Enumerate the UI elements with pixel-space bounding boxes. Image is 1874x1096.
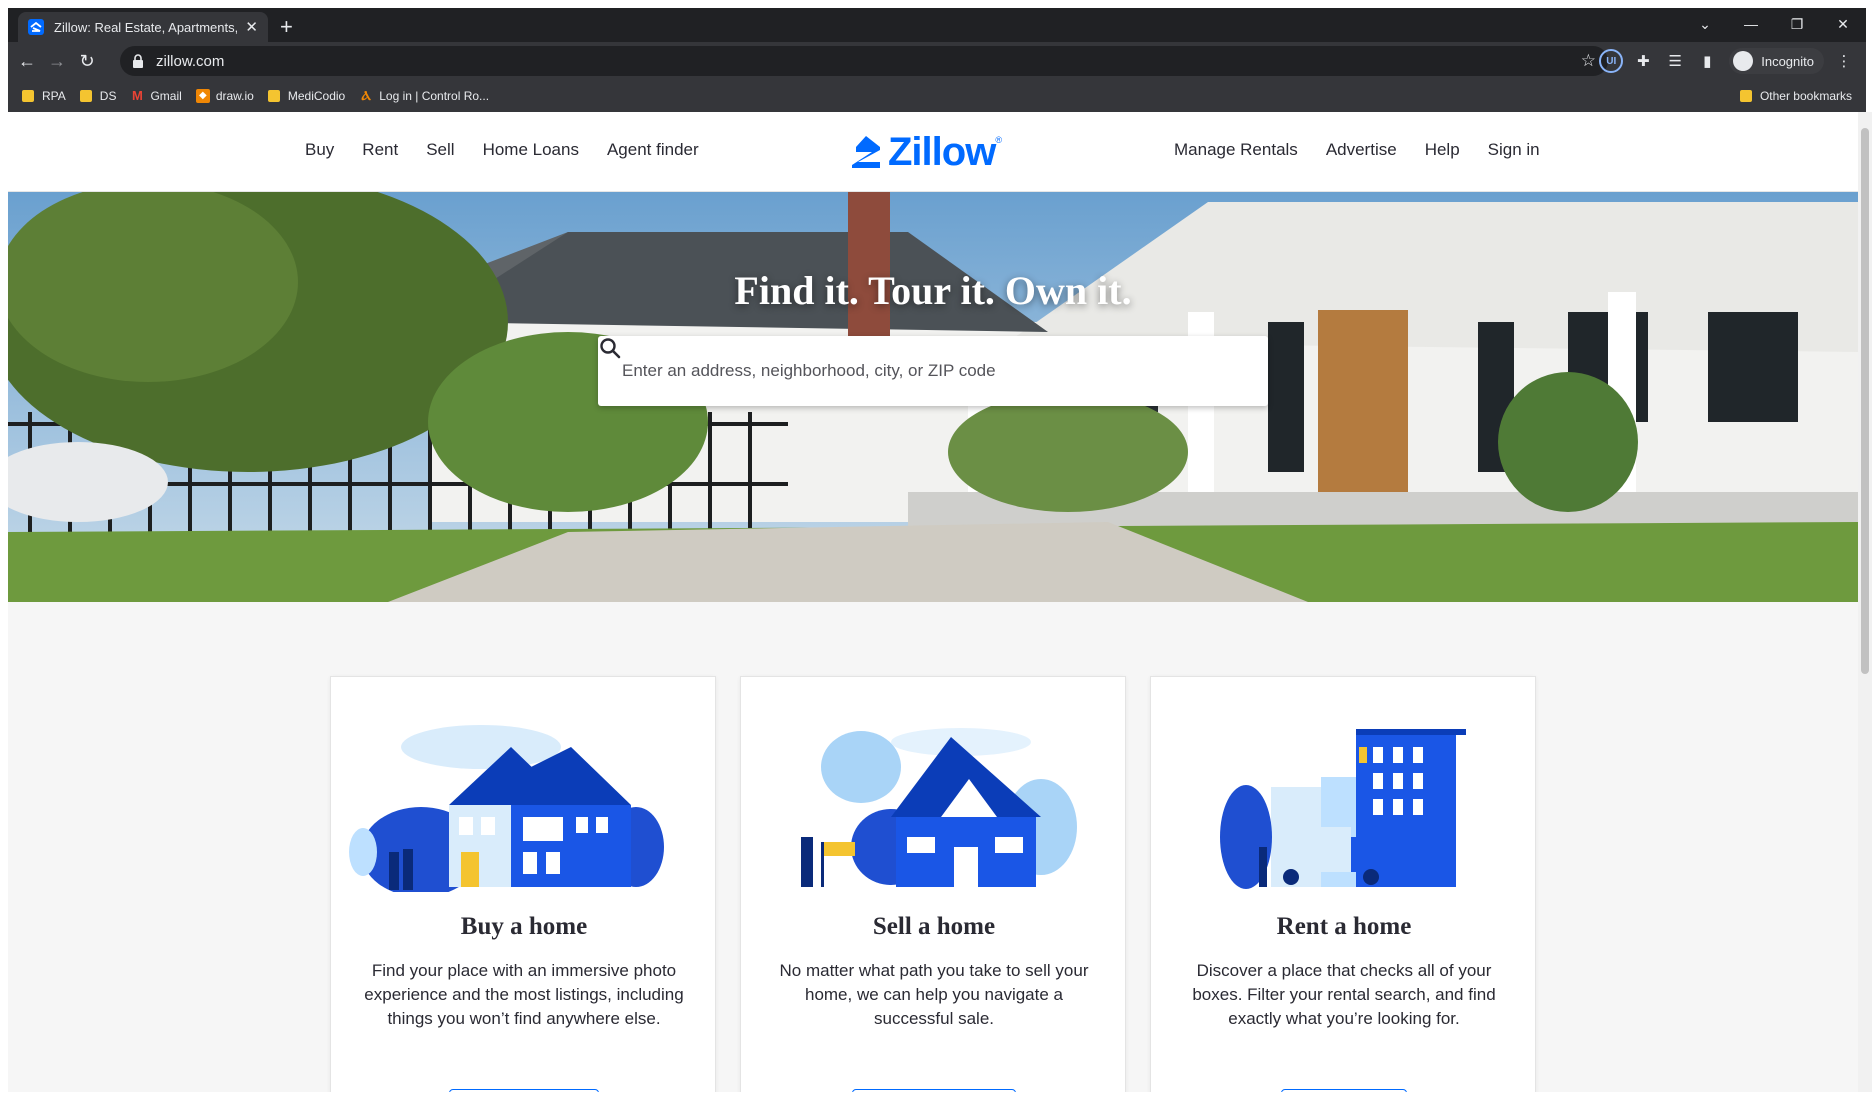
- folder-icon: [22, 90, 34, 102]
- window-controls: ⌄ — ❐ ✕: [1682, 14, 1866, 34]
- bookmark-control-room[interactable]: Ⲁ Log in | Control Ro...: [359, 88, 490, 104]
- nav-buy[interactable]: Buy: [305, 140, 334, 160]
- url-text: zillow.com: [156, 52, 225, 70]
- folder-icon: [1739, 90, 1752, 102]
- browser-menu-icon[interactable]: ⋮: [1832, 49, 1856, 73]
- zillow-favicon-icon: [28, 19, 44, 35]
- nav-sign-in[interactable]: Sign in: [1488, 140, 1540, 160]
- hero-title: Find it. Tour it. Own it.: [734, 268, 1132, 313]
- page-scrollbar[interactable]: [1858, 112, 1872, 1092]
- buy-home-illustration-icon: [349, 725, 664, 892]
- search-input[interactable]: [622, 361, 1244, 381]
- new-tab-icon[interactable]: +: [280, 16, 293, 38]
- side-panel-icon[interactable]: ▮: [1695, 49, 1719, 73]
- other-bookmarks[interactable]: Other bookmarks: [1739, 89, 1852, 103]
- nav-agent-finder[interactable]: Agent finder: [607, 140, 699, 160]
- hero-section: Find it. Tour it. Own it.: [8, 192, 1858, 602]
- card-title: Rent a home: [1276, 913, 1412, 940]
- folder-icon: [79, 90, 92, 102]
- bookmark-ds[interactable]: DS: [79, 89, 117, 103]
- bookmark-label: Gmail: [150, 89, 182, 103]
- card-description: Discover a place that checks all of your…: [1192, 961, 1496, 1028]
- incognito-profile-button[interactable]: Incognito: [1729, 48, 1824, 74]
- uipath-extension-icon[interactable]: UI: [1599, 49, 1624, 73]
- card-title: Sell a home: [872, 913, 996, 940]
- browser-chrome: Zillow: Real Estate, Apartments, M ✕ + ⌄…: [8, 8, 1866, 112]
- drawio-icon: ◆: [195, 89, 210, 103]
- web-page: Buy Rent Sell Home Loans Agent finder Zi…: [8, 112, 1858, 1092]
- buy-a-home-button[interactable]: [449, 1089, 599, 1092]
- other-bookmarks-label: Other bookmarks: [1759, 89, 1852, 103]
- nav-manage-rentals[interactable]: Manage Rentals: [1174, 140, 1298, 160]
- secondary-nav: Manage Rentals Advertise Help Sign in: [1174, 140, 1568, 160]
- bookmark-rpa[interactable]: RPA: [22, 89, 66, 103]
- rent-a-home-card[interactable]: Rent a home Discover a place that checks…: [1150, 676, 1536, 1092]
- tab-search-icon[interactable]: ⌄: [1682, 14, 1728, 34]
- search-icon[interactable]: [598, 336, 622, 360]
- reload-icon[interactable]: ↻: [72, 51, 102, 72]
- forward-icon[interactable]: →: [42, 51, 72, 72]
- close-window-icon[interactable]: ✕: [1820, 14, 1866, 34]
- scrollbar-thumb[interactable]: [1861, 128, 1869, 674]
- primary-nav: Buy Rent Sell Home Loans Agent finder: [305, 140, 727, 160]
- zillow-logo-icon: [852, 136, 880, 168]
- nav-home-loans[interactable]: Home Loans: [483, 140, 579, 160]
- browser-window: Zillow: Real Estate, Apartments, M ✕ + ⌄…: [0, 0, 1874, 1096]
- bookmark-label: MediCodio: [287, 89, 346, 103]
- toolbar-actions: UI ✚ ☰ ▮ Incognito ⋮: [1591, 48, 1856, 74]
- bookmark-drawio[interactable]: ◆ draw.io: [195, 89, 254, 103]
- card-description: Find your place with an immersive photo …: [364, 961, 684, 1028]
- nav-sell[interactable]: Sell: [426, 140, 454, 160]
- rent-home-illustration-icon: [1220, 729, 1466, 889]
- card-title: Buy a home: [460, 913, 588, 940]
- folder-icon: [267, 90, 280, 102]
- back-icon[interactable]: ←: [12, 51, 42, 72]
- bookmark-label: RPA: [42, 89, 66, 103]
- nav-advertise[interactable]: Advertise: [1326, 140, 1397, 160]
- nav-help[interactable]: Help: [1425, 140, 1460, 160]
- nav-rent[interactable]: Rent: [362, 140, 398, 160]
- sell-a-home-button[interactable]: [852, 1089, 1016, 1092]
- bookmark-label: Log in | Control Ro...: [379, 89, 490, 103]
- lock-icon: [133, 54, 143, 68]
- search-box: [598, 336, 1268, 406]
- media-queue-icon[interactable]: ☰: [1663, 49, 1687, 73]
- zillow-logo[interactable]: Zillow ®: [850, 132, 1002, 172]
- browser-toolbar: ← → ↻ zillow.com ☆ UI ✚ ☰ ▮ Incognito ⋮: [8, 42, 1866, 80]
- bookmarks-bar: RPA DS M Gmail ◆ draw.io MediCodio Ⲁ Log…: [8, 80, 1866, 112]
- control-room-icon: Ⲁ: [361, 88, 371, 103]
- bookmark-gmail[interactable]: M Gmail: [130, 88, 182, 104]
- sell-home-illustration-icon: [801, 728, 1077, 887]
- bookmark-label: draw.io: [215, 89, 254, 103]
- gmail-icon: M: [132, 88, 143, 103]
- incognito-label: Incognito: [1761, 53, 1814, 69]
- logo-wordmark: Zillow: [888, 130, 996, 174]
- rent-a-home-button[interactable]: [1281, 1089, 1407, 1092]
- tab-title: Zillow: Real Estate, Apartments, M: [54, 19, 238, 35]
- logo-registered-mark: ®: [995, 135, 1002, 145]
- bookmark-medicodio[interactable]: MediCodio: [267, 89, 346, 103]
- buy-a-home-card[interactable]: Buy a home Find your place with an immer…: [330, 676, 716, 1092]
- extensions-puzzle-icon[interactable]: ✚: [1631, 49, 1655, 73]
- tab-strip: Zillow: Real Estate, Apartments, M ✕ + ⌄…: [8, 8, 1866, 42]
- close-tab-icon[interactable]: ✕: [245, 18, 258, 36]
- restore-icon[interactable]: ❐: [1774, 14, 1820, 34]
- address-bar[interactable]: zillow.com ☆: [120, 46, 1608, 76]
- bookmark-label: DS: [99, 89, 117, 103]
- sell-a-home-card[interactable]: Sell a home No matter what path you take…: [740, 676, 1126, 1092]
- site-header: Buy Rent Sell Home Loans Agent finder Zi…: [8, 112, 1858, 192]
- minimize-icon[interactable]: —: [1728, 14, 1774, 34]
- card-description: No matter what path you take to sell you…: [779, 961, 1089, 1028]
- incognito-icon: [1733, 51, 1754, 71]
- browser-tab[interactable]: Zillow: Real Estate, Apartments, M ✕: [18, 12, 268, 42]
